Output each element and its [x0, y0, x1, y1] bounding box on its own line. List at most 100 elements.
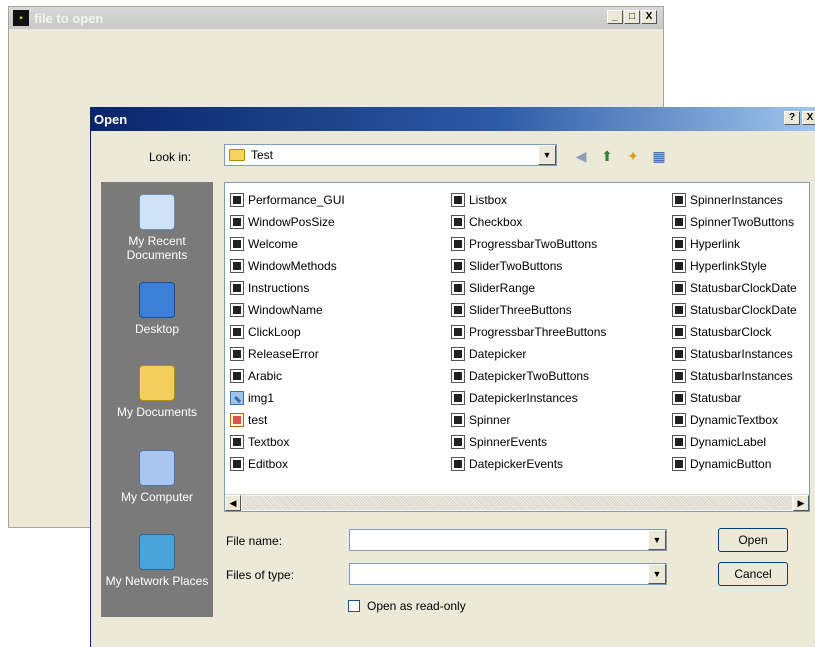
file-item[interactable]: SpinnerInstances: [672, 189, 797, 211]
file-item[interactable]: DynamicTextbox: [672, 409, 797, 431]
scroll-track[interactable]: [242, 496, 792, 510]
file-item[interactable]: SliderTwoButtons: [451, 255, 606, 277]
minimize-button[interactable]: _: [607, 10, 623, 24]
place-label: My Documents: [116, 405, 198, 419]
network-places-icon: [139, 534, 175, 570]
file-item[interactable]: ClickLoop: [230, 321, 345, 343]
executable-icon: [230, 435, 244, 449]
file-item[interactable]: StatusbarInstances: [672, 343, 797, 365]
close-button[interactable]: X: [641, 10, 657, 24]
place-my-computer[interactable]: My Computer: [101, 450, 213, 504]
file-item[interactable]: WindowPosSize: [230, 211, 345, 233]
open-button[interactable]: Open: [718, 528, 788, 552]
read-only-checkbox[interactable]: [348, 600, 360, 612]
parent-window-titlebar: ▪ file to open _ □ X: [9, 7, 663, 29]
executable-icon: [230, 325, 244, 339]
file-item[interactable]: test: [230, 409, 345, 431]
file-name-input[interactable]: ▼: [349, 529, 667, 551]
executable-icon: [672, 391, 686, 405]
file-item[interactable]: WindowName: [230, 299, 345, 321]
file-column-2: Listbox Checkbox ProgressbarTwoButtons Slid…: [451, 189, 606, 475]
file-name: HyperlinkStyle: [690, 259, 767, 273]
file-name: WindowName: [248, 303, 323, 317]
file-name: Arabic: [248, 369, 283, 383]
chevron-down-icon[interactable]: ▼: [648, 530, 666, 550]
files-of-type-select[interactable]: ▼: [349, 563, 667, 585]
file-item[interactable]: SpinnerEvents: [451, 431, 606, 453]
executable-icon: [230, 237, 244, 251]
place-my-documents[interactable]: My Documents: [101, 365, 213, 419]
file-item[interactable]: Statusbar: [672, 387, 797, 409]
back-icon[interactable]: ◀: [571, 147, 591, 165]
file-item[interactable]: Hyperlink: [672, 233, 797, 255]
file-item[interactable]: SliderRange: [451, 277, 606, 299]
executable-icon: [451, 281, 465, 295]
executable-icon: [451, 435, 465, 449]
new-folder-icon[interactable]: ✦: [623, 147, 643, 165]
place-label: Desktop: [134, 322, 180, 336]
horizontal-scrollbar[interactable]: ◀ ▶: [225, 494, 809, 511]
file-item[interactable]: DynamicLabel: [672, 431, 797, 453]
scroll-left-icon[interactable]: ◀: [225, 495, 241, 511]
file-item[interactable]: DatepickerTwoButtons: [451, 365, 606, 387]
my-documents-icon: [139, 365, 175, 401]
views-menu-icon[interactable]: ▦: [649, 147, 669, 165]
cancel-button[interactable]: Cancel: [718, 562, 788, 586]
executable-icon: [672, 193, 686, 207]
file-item[interactable]: DatepickerEvents: [451, 453, 606, 475]
file-item[interactable]: SliderThreeButtons: [451, 299, 606, 321]
file-name: StatusbarInstances: [690, 369, 793, 383]
file-list[interactable]: Performance_GUI WindowPosSize Welcome Windo…: [224, 182, 810, 512]
file-item[interactable]: ProgressbarThreeButtons: [451, 321, 606, 343]
help-button[interactable]: ?: [784, 111, 800, 125]
file-name: StatusbarClock: [690, 325, 772, 339]
file-name: SpinnerEvents: [469, 435, 548, 449]
up-folder-icon[interactable]: ⬆: [597, 147, 617, 165]
dialog-titlebar: Open ? X: [91, 107, 815, 131]
chevron-down-icon[interactable]: ▼: [648, 564, 666, 584]
place-label: My Network Places: [105, 574, 209, 588]
executable-icon: [230, 369, 244, 383]
file-item[interactable]: Editbox: [230, 453, 345, 475]
file-item[interactable]: HyperlinkStyle: [672, 255, 797, 277]
dialog-close-button[interactable]: X: [802, 111, 815, 125]
place-network[interactable]: My Network Places: [101, 534, 213, 588]
file-item[interactable]: DatepickerInstances: [451, 387, 606, 409]
executable-icon: [672, 281, 686, 295]
file-item[interactable]: WindowMethods: [230, 255, 345, 277]
file-item[interactable]: Textbox: [230, 431, 345, 453]
scroll-right-icon[interactable]: ▶: [793, 495, 809, 511]
file-item[interactable]: Listbox: [451, 189, 606, 211]
text-file-icon: [230, 413, 244, 427]
read-only-label: Open as read-only: [367, 599, 466, 613]
place-desktop[interactable]: Desktop: [101, 282, 213, 336]
executable-icon: [451, 369, 465, 383]
file-name: StatusbarClockDate: [690, 303, 797, 317]
look-in-combo[interactable]: Test ▼: [224, 144, 557, 166]
file-item[interactable]: StatusbarClockDate: [672, 299, 797, 321]
executable-icon: [451, 347, 465, 361]
folder-icon: [229, 149, 245, 161]
file-item[interactable]: Datepicker: [451, 343, 606, 365]
file-item[interactable]: Arabic: [230, 365, 345, 387]
file-item[interactable]: StatusbarInstances: [672, 365, 797, 387]
file-item[interactable]: Spinner: [451, 409, 606, 431]
maximize-button[interactable]: □: [624, 10, 640, 24]
file-item[interactable]: StatusbarClockDate: [672, 277, 797, 299]
open-dialog: Open ? X Look in: Test ▼ ◀ ⬆ ✦ ▦ My Rece…: [90, 107, 815, 647]
file-item[interactable]: Performance_GUI: [230, 189, 345, 211]
file-item[interactable]: StatusbarClock: [672, 321, 797, 343]
file-item[interactable]: Checkbox: [451, 211, 606, 233]
executable-icon: [451, 303, 465, 317]
place-recent[interactable]: My Recent Documents: [101, 194, 213, 262]
file-item[interactable]: ReleaseError: [230, 343, 345, 365]
places-bar: My Recent Documents Desktop My Documents…: [101, 182, 213, 617]
file-item[interactable]: img1: [230, 387, 345, 409]
file-column-1: Performance_GUI WindowPosSize Welcome Windo…: [230, 189, 345, 475]
file-item[interactable]: DynamicButton: [672, 453, 797, 475]
file-item[interactable]: SpinnerTwoButtons: [672, 211, 797, 233]
chevron-down-icon[interactable]: ▼: [538, 145, 556, 165]
file-item[interactable]: Instructions: [230, 277, 345, 299]
file-item[interactable]: Welcome: [230, 233, 345, 255]
file-item[interactable]: ProgressbarTwoButtons: [451, 233, 606, 255]
